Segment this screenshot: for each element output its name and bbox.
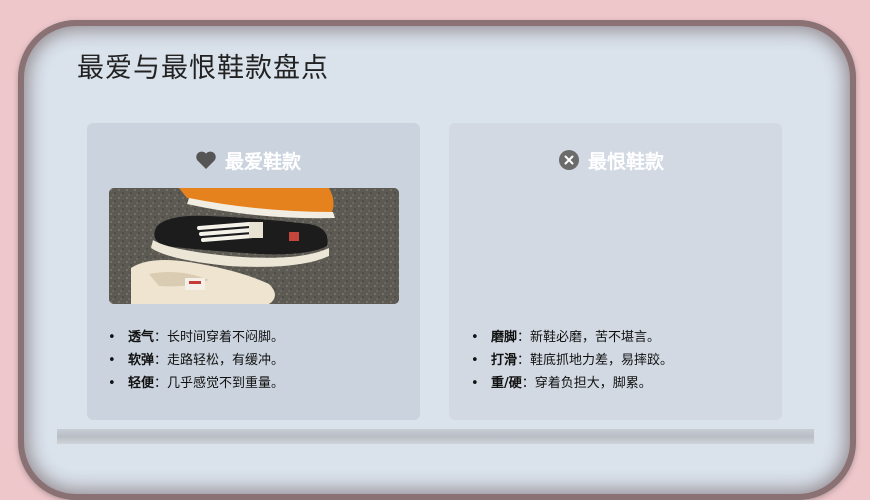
- list-item: • 磨脚：新鞋必磨，苦不堪言。: [471, 328, 673, 351]
- love-points-list: • 透气：长时间穿着不闷脚。 • 软弹：走路轻松，有缓冲。 • 轻便：几乎感觉不到重量…: [108, 328, 284, 397]
- list-item: • 透气：长时间穿着不闷脚。: [108, 328, 284, 351]
- point-separator: ：: [521, 376, 535, 391]
- torn-paper-strip: [57, 429, 814, 444]
- point-text: 新鞋必磨，苦不堪言。: [530, 330, 661, 345]
- list-item: • 软弹：走路轻松，有缓冲。: [108, 351, 284, 374]
- point-text: 几乎感觉不到重量。: [167, 376, 285, 391]
- point-key: 重/硬: [491, 376, 522, 391]
- point-key: 磨脚: [491, 330, 518, 345]
- point-key: 透气: [128, 330, 155, 345]
- point-key: 轻便: [128, 376, 155, 391]
- point-key: 软弹: [128, 353, 155, 368]
- list-item: • 轻便：几乎感觉不到重量。: [108, 374, 284, 397]
- love-card-heading: 最爱鞋款: [195, 146, 301, 174]
- point-key: 打滑: [491, 353, 518, 368]
- point-text: 走路轻松，有缓冲。: [167, 353, 285, 368]
- point-separator: ：: [517, 330, 531, 345]
- hate-points-list: • 磨脚：新鞋必磨，苦不堪言。 • 打滑：鞋底抓地力差，易摔跤。 • 重/硬：穿着负担…: [471, 328, 673, 397]
- slide-title: 最爱与最恨鞋款盘点: [77, 53, 329, 84]
- point-separator: ：: [154, 353, 168, 368]
- sneakers-photo: [109, 188, 399, 304]
- point-separator: ：: [154, 330, 168, 345]
- list-item: • 重/硬：穿着负担大，脚累。: [471, 374, 673, 397]
- point-separator: ：: [154, 376, 168, 391]
- heart-icon: [195, 150, 217, 170]
- list-item: • 打滑：鞋底抓地力差，易摔跤。: [471, 351, 673, 374]
- hate-card-heading-text: 最恨鞋款: [588, 150, 665, 173]
- point-text: 穿着负担大，脚累。: [534, 376, 652, 391]
- love-card-heading-text: 最爱鞋款: [225, 150, 302, 173]
- point-text: 鞋底抓地力差，易摔跤。: [530, 353, 674, 368]
- close-circle-icon: [558, 149, 580, 171]
- hate-card-heading: 最恨鞋款: [558, 146, 664, 174]
- point-separator: ：: [517, 353, 531, 368]
- point-text: 长时间穿着不闷脚。: [167, 330, 285, 345]
